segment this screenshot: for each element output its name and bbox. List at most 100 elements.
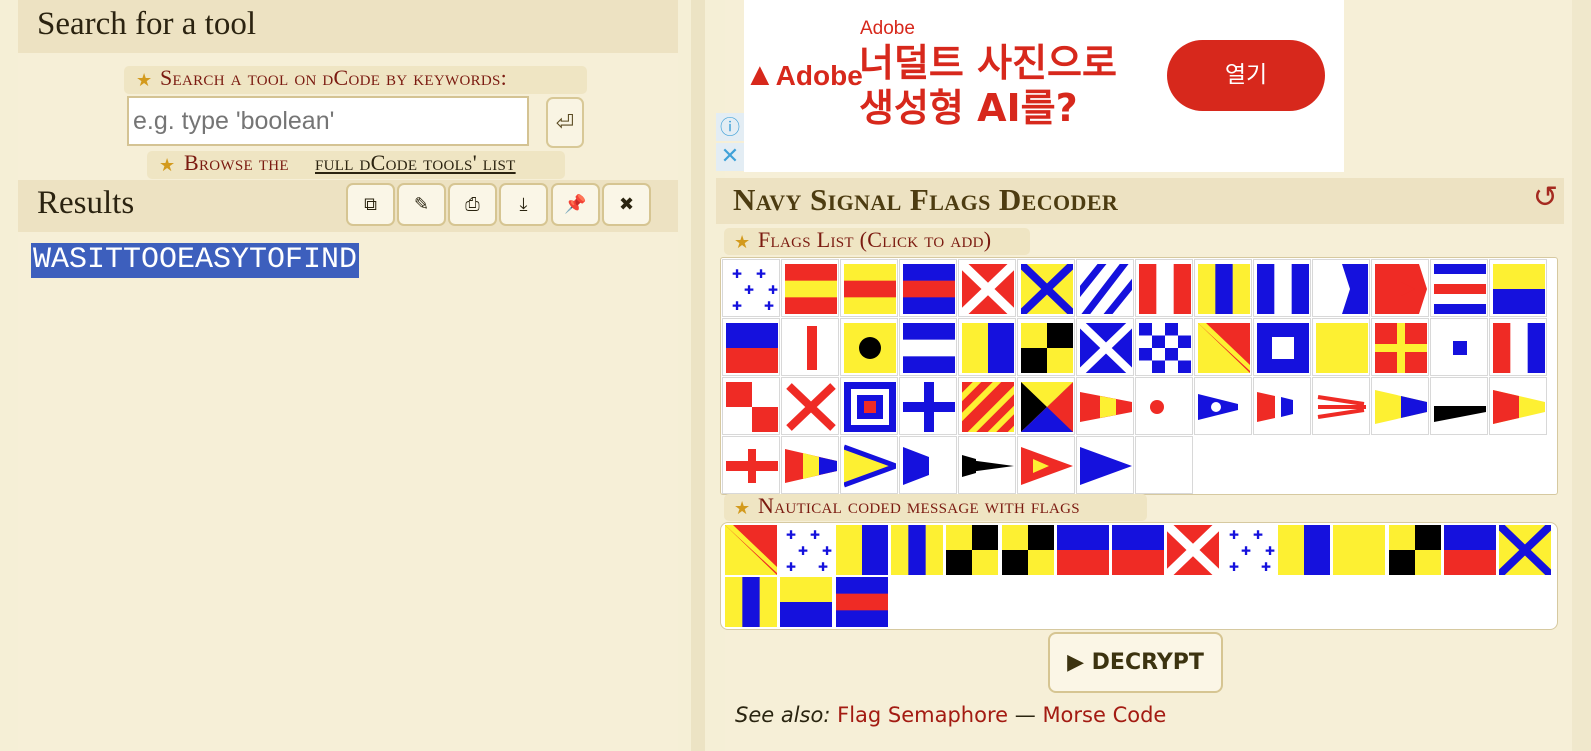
- flag-button-5[interactable]: [899, 377, 957, 435]
- flag-button-w[interactable]: [1194, 318, 1252, 376]
- flag-button-k[interactable]: [1312, 259, 1370, 317]
- flag-button-3[interactable]: [781, 377, 839, 435]
- decrypt-button[interactable]: ▶ DECRYPT: [1048, 632, 1223, 693]
- browse-prefix: Browse the: [184, 150, 289, 175]
- flag-button-1[interactable]: [1489, 318, 1547, 376]
- flag-button-p2[interactable]: [1312, 377, 1370, 435]
- flag-icon-p7: [785, 449, 837, 483]
- message-flag: [725, 577, 780, 629]
- flag-button-y[interactable]: [1312, 318, 1370, 376]
- search-input[interactable]: [127, 96, 529, 146]
- flag-button-sub3[interactable]: [1076, 436, 1134, 494]
- flag-button-p9[interactable]: [899, 436, 957, 494]
- flag-button-r[interactable]: [899, 318, 957, 376]
- flag-button-p7[interactable]: [781, 436, 839, 494]
- flag-button-z[interactable]: [1371, 318, 1429, 376]
- svg-text:✚: ✚: [810, 528, 820, 542]
- ad-brand: Adobe: [860, 18, 915, 39]
- pin-button[interactable]: 📌: [551, 183, 600, 226]
- flag-button-p1[interactable]: [1253, 377, 1311, 435]
- message-flag: [725, 525, 780, 577]
- close-button[interactable]: ✖: [602, 183, 651, 226]
- ad-headline-line1: 너덜트 사진으로: [859, 41, 1117, 85]
- message-flag: [835, 525, 891, 577]
- flag-button-2[interactable]: [722, 377, 780, 435]
- flag-button-p4[interactable]: [1430, 377, 1488, 435]
- flag-button-t[interactable]: [1017, 318, 1075, 376]
- see-also-link-flag-semaphore[interactable]: Flag Semaphore: [837, 703, 1008, 727]
- flag-button-q[interactable]: [840, 318, 898, 376]
- flag-button-p5[interactable]: [1489, 377, 1547, 435]
- flag-button-6[interactable]: [958, 377, 1016, 435]
- result-output[interactable]: WASITTOOEASYTOFIND: [31, 243, 360, 278]
- svg-text:✚: ✚: [822, 544, 832, 558]
- flag-button-sub1[interactable]: [958, 436, 1016, 494]
- search-submit-button[interactable]: ⏎: [546, 97, 584, 148]
- browse-tools-link[interactable]: full dCode tools' list: [315, 150, 516, 176]
- flag-icon-e: [962, 264, 1014, 314]
- flag-button-e[interactable]: [958, 259, 1016, 317]
- flag-icon-p0: [1198, 390, 1250, 424]
- refresh-icon[interactable]: ↺: [1533, 180, 1558, 215]
- flag-button-b[interactable]: [781, 259, 839, 317]
- advertisement[interactable]: ▲Adobe Adobe 너덜트 사진으로 생성형 AI를? 열기: [744, 0, 1344, 172]
- edit-icon: ✎: [413, 194, 430, 215]
- flag-icon-p9: [903, 447, 955, 485]
- flag-icon-k: [1316, 264, 1368, 314]
- flag-button-x[interactable]: [1253, 318, 1311, 376]
- flag-button-p6[interactable]: [722, 436, 780, 494]
- flag-button-p3[interactable]: [1371, 377, 1429, 435]
- copy-button[interactable]: ⧉: [346, 183, 395, 226]
- flag-button-p8[interactable]: [840, 436, 898, 494]
- flag-button-sub2[interactable]: [1017, 436, 1075, 494]
- svg-text:✚: ✚: [786, 528, 796, 542]
- enter-icon: ⏎: [555, 110, 575, 135]
- see-also: See also: Flag Semaphore — Morse Code: [735, 703, 1166, 727]
- svg-text:✚: ✚: [1253, 528, 1263, 542]
- flag-button-ans[interactable]: [1135, 436, 1193, 494]
- flag-button-u[interactable]: [1076, 318, 1134, 376]
- message-input-box[interactable]: ✚ ✚ ✚ ✚ ✚ ✚ ✚ ✚ ✚ ✚ ✚ ✚: [720, 521, 1558, 630]
- flag-button-o[interactable]: [722, 318, 780, 376]
- svg-text:✚: ✚: [818, 560, 828, 574]
- flag-button-d[interactable]: [899, 259, 957, 317]
- flag-button-4[interactable]: [840, 377, 898, 435]
- see-also-separator: —: [1014, 703, 1036, 727]
- message-flag: [835, 577, 891, 629]
- see-also-link-morse-code[interactable]: Morse Code: [1042, 703, 1166, 727]
- flag-button-l[interactable]: [1371, 259, 1429, 317]
- print-icon: ⎙: [465, 194, 480, 215]
- flag-button-p[interactable]: [781, 318, 839, 376]
- edit-button[interactable]: ✎: [397, 183, 446, 226]
- message-flag-icon: [835, 525, 888, 575]
- flag-button-8[interactable]: [1076, 377, 1134, 435]
- flag-button-c[interactable]: [840, 259, 898, 317]
- tool-title: Navy Signal Flags Decoder: [733, 182, 1119, 217]
- flag-icon-2: [726, 382, 778, 432]
- flag-button-p0[interactable]: [1194, 377, 1252, 435]
- flag-button-i[interactable]: [1194, 259, 1252, 317]
- flag-button-v[interactable]: [1135, 318, 1193, 376]
- message-flag: [946, 525, 1001, 577]
- ad-info-icon[interactable]: ⓘ: [716, 113, 744, 141]
- flag-icon-5: [903, 382, 955, 432]
- flag-button-n[interactable]: [1489, 259, 1547, 317]
- flag-button-a[interactable]: ✚ ✚ ✚ ✚ ✚ ✚: [722, 259, 780, 317]
- flag-icon-m: [1434, 264, 1486, 314]
- ad-close-icon[interactable]: ✕: [716, 143, 744, 171]
- print-button[interactable]: ⎙: [448, 183, 497, 226]
- flag-button-f[interactable]: [1017, 259, 1075, 317]
- flag-button-s[interactable]: [958, 318, 1016, 376]
- flag-button-j[interactable]: [1253, 259, 1311, 317]
- flag-button-h[interactable]: [1135, 259, 1193, 317]
- download-button[interactable]: ⤓: [499, 183, 548, 226]
- flag-icon-sub2: [1021, 447, 1073, 485]
- ad-open-button[interactable]: 열기: [1167, 40, 1325, 111]
- flag-button-0[interactable]: [1430, 318, 1488, 376]
- flag-button-9[interactable]: [1135, 377, 1193, 435]
- flag-button-g[interactable]: [1076, 259, 1134, 317]
- flag-button-7[interactable]: [1017, 377, 1075, 435]
- flag-button-m[interactable]: [1430, 259, 1488, 317]
- message-flag: [1001, 525, 1057, 577]
- star-icon: ★: [734, 498, 751, 518]
